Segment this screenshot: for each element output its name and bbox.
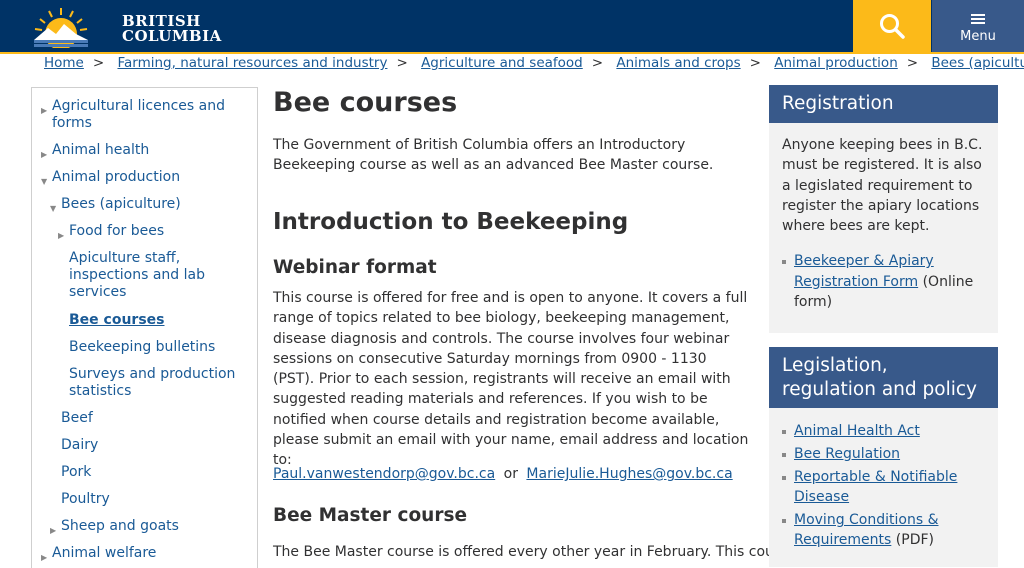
registration-form-link[interactable]: Beekeeper & Apiary Registration Form — [794, 253, 934, 289]
sidebar-item-label: Sheep and goats — [61, 518, 179, 534]
bullet-icon — [782, 453, 786, 457]
sidebar-item-label: Bee courses — [69, 312, 165, 328]
animal-health-act-link[interactable]: Animal Health Act — [794, 423, 920, 439]
breadcrumb-separator: > — [591, 55, 604, 71]
breadcrumb-home[interactable]: Home — [44, 55, 84, 71]
page-title: Bee courses — [273, 87, 458, 118]
sidebar-item-label: Animal production — [52, 169, 181, 185]
bee-master-paragraph: The Bee Master course is offered every o… — [273, 544, 796, 560]
search-button[interactable] — [853, 0, 931, 52]
email-link-paul[interactable]: Paul.vanwestendorp@gov.bc.ca — [273, 466, 495, 482]
sidebar-item-label: Animal welfare — [52, 545, 157, 561]
registration-link-item: Beekeeper & Apiary Registration Form (On… — [782, 251, 985, 312]
legislation-link-item: Bee Regulation — [782, 444, 985, 464]
sun-mountain-logo-icon — [34, 8, 88, 48]
registration-text: Anyone keeping bees in B.C. must be regi… — [782, 137, 983, 235]
caret-down-icon: ▼ — [50, 204, 57, 213]
sidebar-item-label: Food for bees — [69, 223, 165, 239]
sidebar-item-label: Beef — [61, 410, 93, 426]
caret-down-icon: ▼ — [41, 177, 48, 186]
section-heading-intro-beekeeping: Introduction to Beekeeping — [273, 209, 629, 235]
subheading-webinar-format: Webinar format — [273, 257, 437, 278]
sidebar-item-label: Bees (apiculture) — [61, 196, 181, 212]
legislation-links: Animal Health Act Bee Regulation Reporta… — [769, 408, 998, 550]
site-header: BRITISH COLUMBIA Menu — [0, 0, 1024, 54]
bullet-icon — [782, 519, 786, 523]
intro-paragraph: The Government of British Columbia offer… — [273, 137, 714, 174]
sidebar-item-label: Surveys and production statistics — [69, 366, 236, 399]
caret-right-icon: ▶ — [41, 553, 48, 562]
sidebar-item-label: Apiculture staff, inspections and lab se… — [69, 250, 205, 300]
sidebar-item-animal-health[interactable]: ▶ Animal health — [41, 142, 150, 159]
breadcrumb-animal-production[interactable]: Animal production — [774, 55, 898, 71]
sidebar-item-dairy[interactable]: Dairy — [61, 437, 98, 454]
reportable-disease-link[interactable]: Reportable & Notifiable Disease — [794, 469, 957, 505]
webinar-paragraph: This course is offered for free and is o… — [273, 290, 749, 469]
bullet-icon — [782, 476, 786, 480]
registration-box: Registration Anyone keeping bees in B.C.… — [769, 85, 998, 333]
email-link-mariejulie[interactable]: MarieJulie.Hughes@gov.bc.ca — [526, 466, 732, 482]
sidebar-item-apiculture-staff[interactable]: Apiculture staff, inspections and lab se… — [69, 250, 219, 301]
contact-emails: Paul.vanwestendorp@gov.bc.ca or MarieJul… — [273, 466, 733, 482]
bullet-icon — [782, 430, 786, 434]
legislation-box: Legislation, regulation and policy Anima… — [769, 347, 998, 567]
sidebar-item-licences[interactable]: ▶ Agricultural licences and forms — [41, 98, 232, 132]
caret-right-icon: ▶ — [58, 231, 65, 240]
sidebar-item-label: Dairy — [61, 437, 99, 453]
caret-right-icon: ▶ — [41, 106, 48, 115]
sidebar-item-label: Poultry — [61, 491, 110, 507]
sidebar-item-pork[interactable]: Pork — [61, 464, 91, 481]
sidebar-item-label: Agricultural licences and forms — [52, 98, 225, 131]
breadcrumb-farming[interactable]: Farming, natural resources and industry — [117, 55, 387, 71]
sidebar-item-beekeeping-bulletins[interactable]: Beekeeping bulletins — [69, 339, 215, 356]
logo-line2: COLUMBIA — [122, 27, 222, 45]
email-or-text: or — [503, 466, 518, 482]
breadcrumb-separator: > — [906, 55, 919, 71]
sidebar-item-animal-production[interactable]: ▼ Animal production — [41, 169, 181, 186]
breadcrumb-agriculture[interactable]: Agriculture and seafood — [421, 55, 583, 71]
caret-right-icon: ▶ — [50, 526, 57, 535]
bc-logo[interactable]: BRITISH COLUMBIA — [30, 4, 221, 48]
registration-title: Registration — [769, 85, 998, 123]
breadcrumb-bees[interactable]: Bees (apiculture) — [931, 55, 1024, 71]
sidebar-item-bees[interactable]: ▼ Bees (apiculture) — [50, 196, 181, 213]
breadcrumb: Home > Farming, natural resources and ind… — [44, 55, 1024, 71]
breadcrumb-animals-crops[interactable]: Animals and crops — [616, 55, 740, 71]
sidebar-item-label: Pork — [61, 464, 92, 480]
side-navigation: ▶ Agricultural licences and forms ▶ Anim… — [31, 87, 258, 568]
legislation-link-item: Reportable & Notifiable Disease — [782, 467, 985, 507]
subheading-bee-master: Bee Master course — [273, 505, 468, 526]
registration-body: Anyone keeping bees in B.C. must be regi… — [769, 123, 998, 312]
bee-regulation-link[interactable]: Bee Regulation — [794, 446, 900, 462]
menu-button[interactable]: Menu — [932, 0, 1024, 52]
legislation-title: Legislation, regulation and policy — [769, 347, 998, 408]
sidebar-item-poultry[interactable]: Poultry — [61, 491, 110, 508]
sidebar-item-label: Animal health — [52, 142, 150, 158]
caret-right-icon: ▶ — [41, 150, 48, 159]
breadcrumb-separator: > — [749, 55, 761, 71]
breadcrumb-separator: > — [396, 55, 408, 71]
legislation-link-item: Moving Conditions & Requirements (PDF) — [782, 510, 985, 550]
menu-label: Menu — [960, 29, 996, 44]
breadcrumb-separator: > — [92, 55, 105, 71]
link-suffix: (PDF) — [891, 532, 934, 548]
sidebar-item-label: Beekeeping bulletins — [69, 339, 216, 355]
search-icon — [880, 14, 905, 39]
sidebar-item-sheep-goats[interactable]: ▶ Sheep and goats — [50, 518, 179, 535]
sidebar-item-food-for-bees[interactable]: ▶ Food for bees — [58, 223, 165, 240]
logo-text: BRITISH COLUMBIA — [122, 14, 222, 44]
sidebar-item-beef[interactable]: Beef — [61, 410, 93, 427]
legislation-link-item: Animal Health Act — [782, 421, 985, 441]
sidebar-item-surveys[interactable]: Surveys and production statistics — [69, 366, 239, 400]
bullet-icon — [782, 260, 786, 265]
hamburger-icon — [971, 14, 985, 26]
sidebar-item-animal-welfare[interactable]: ▶ Animal welfare — [41, 545, 157, 562]
sidebar-item-bee-courses[interactable]: Bee courses — [69, 312, 164, 329]
